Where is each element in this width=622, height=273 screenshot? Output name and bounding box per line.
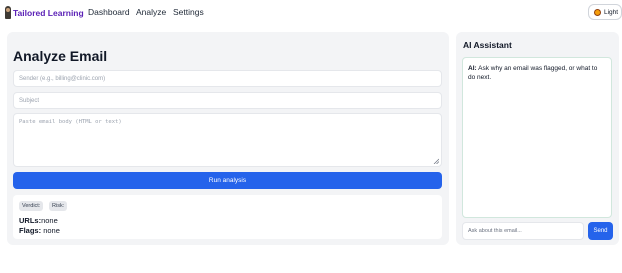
analyze-email-panel: Analyze Email Sender (e.g., billing@clin… (7, 32, 449, 245)
subject-input[interactable]: Subject (13, 92, 442, 109)
urls-label: URLs: (19, 216, 42, 225)
sender-placeholder: Sender (e.g., billing@clinic.com) (19, 75, 106, 82)
subject-placeholder: Subject (19, 97, 40, 104)
urls-line: URLs:none (19, 216, 58, 225)
ai-assistant-panel: AI Assistant AI: Ask why an email was fl… (456, 32, 619, 245)
email-body-textarea[interactable]: Paste email body (HTML or text) (13, 113, 442, 167)
sender-input[interactable]: Sender (e.g., billing@clinic.com) (13, 70, 442, 87)
brand-logo-icon (5, 6, 11, 19)
nav-dashboard[interactable]: Dashboard (88, 7, 130, 17)
brand-name: Tailored Learning (13, 7, 84, 18)
flags-value: none (43, 226, 60, 235)
nav-settings[interactable]: Settings (173, 7, 204, 17)
page-title: Analyze Email (13, 48, 108, 64)
ai-message: Ask why an email was flagged, or what to… (468, 65, 598, 81)
analysis-results: Verdict: Risk: URLs:none Flags: none (13, 195, 442, 239)
send-button[interactable]: Send (588, 222, 613, 240)
top-navbar: Tailored Learning Dashboard Analyze Sett… (0, 0, 622, 26)
chat-log: AI: Ask why an email was flagged, or wha… (462, 57, 612, 218)
theme-toggle-button[interactable]: Light (588, 4, 622, 20)
resize-handle-icon[interactable] (433, 158, 439, 164)
verdict-badge: Verdict: (19, 201, 44, 211)
nav-analyze[interactable]: Analyze (136, 7, 166, 17)
ask-input[interactable]: Ask about this email... (462, 222, 584, 240)
sun-icon (594, 8, 601, 16)
body-placeholder: Paste email body (HTML or text) (19, 119, 122, 125)
flags-label: Flags: (19, 226, 42, 235)
ai-message-prefix: AI: (468, 65, 477, 72)
risk-badge: Risk: (49, 201, 68, 211)
theme-toggle-label: Light (604, 8, 619, 16)
flags-line: Flags: none (19, 226, 60, 235)
run-analysis-button[interactable]: Run analysis (13, 172, 442, 189)
urls-value: none (41, 216, 58, 225)
assistant-title: AI Assistant (463, 40, 512, 50)
ask-placeholder: Ask about this email... (468, 228, 522, 234)
brand[interactable]: Tailored Learning (5, 5, 84, 20)
